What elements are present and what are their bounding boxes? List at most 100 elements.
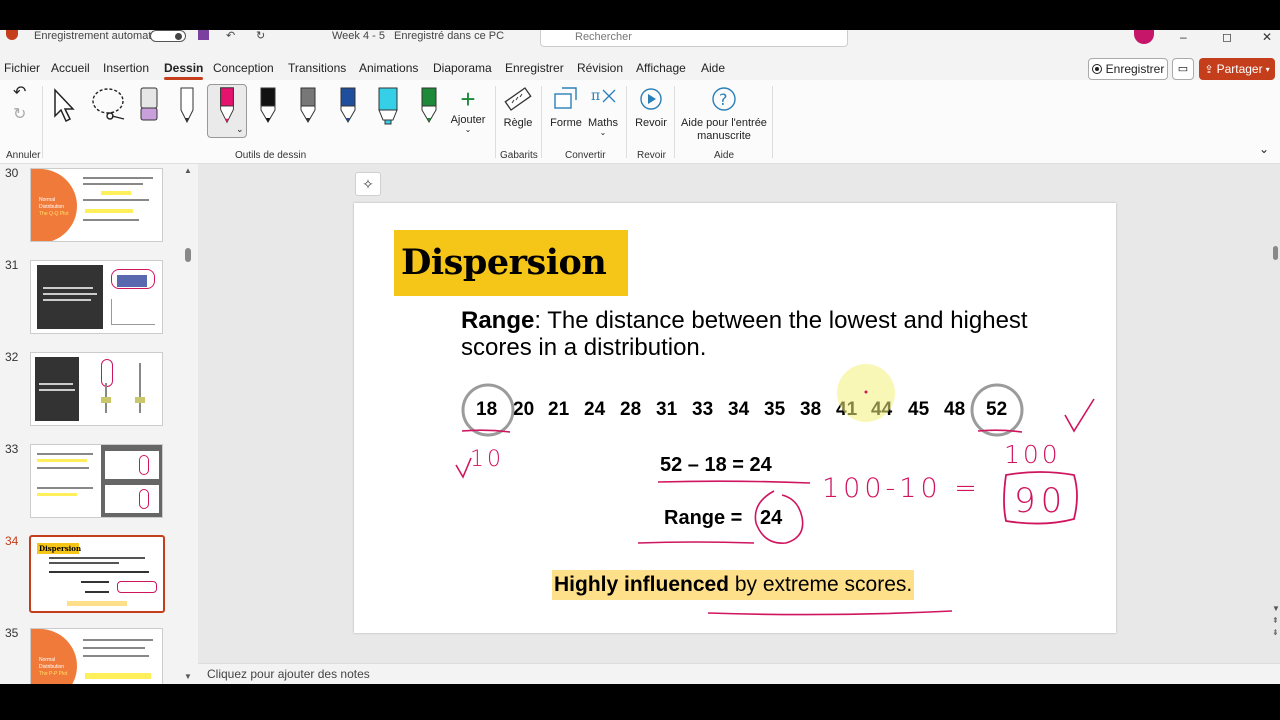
range-result-value[interactable]: 24 [760,507,782,530]
range-calculation[interactable]: 52 – 18 = 24 [660,454,772,477]
search-input[interactable]: Rechercher [540,30,848,47]
slide-thumbnail-31[interactable] [30,260,163,334]
chevron-down-icon: ▾ [1265,64,1270,74]
slide-title: Dispersion [401,242,607,283]
letterbox-bottom [0,684,1280,720]
pen-blue-icon[interactable] [335,86,361,126]
slide-number: 33 [5,442,19,456]
comment-icon[interactable]: ▭ [1172,58,1194,80]
range-definition[interactable]: Range: The distance between the lowest a… [461,307,1051,361]
slide-thumbnail-32[interactable] [30,352,163,426]
math-chevron-down-icon: ⌄ [599,128,607,137]
tab-enregistrer[interactable]: Enregistrer [505,61,564,75]
score-item: 21 [548,399,570,420]
ruler-icon [504,87,532,111]
tab-dessin[interactable]: Dessin [164,61,204,80]
help-question-icon: ? [712,87,736,111]
slide-thumbnail-35[interactable]: Normal Distribution The P-P Plot [30,628,163,684]
pen-green-icon[interactable] [416,86,442,126]
save-icon[interactable] [198,30,209,40]
redo-icon[interactable]: ↻ [256,30,265,52]
tab-transitions[interactable]: Transitions [288,61,346,75]
avatar[interactable] [1134,30,1154,44]
eraser-icon[interactable] [136,86,162,126]
score-item: 31 [656,399,678,420]
pen-black-icon[interactable] [255,86,281,126]
footer-highlight[interactable]: Highly influenced by extreme scores. [552,570,915,600]
tab-fichier[interactable]: Fichier [4,61,40,75]
group-label-drawing-tools: Outils de dessin [235,150,307,161]
slide-canvas[interactable]: Dispersion Range: The distance between t… [354,203,1116,633]
ink-check-high [1064,398,1095,433]
lasso-select-icon[interactable] [90,86,130,124]
replay-label: Revoir [635,117,667,129]
thumbnail-scrollbar[interactable]: ▲ ▼ [184,164,192,684]
record-icon [1091,64,1102,74]
tab-revision[interactable]: Révision [577,61,623,75]
add-chevron-down-icon: ⌄ [464,125,472,134]
tab-insertion[interactable]: Insertion [103,61,149,75]
add-plus-icon: + [460,84,476,114]
minimize-icon[interactable]: – [1180,30,1187,44]
select-arrow-icon[interactable] [52,88,78,124]
add-pen-button[interactable]: + Ajouter ⌄ [450,84,486,134]
slide-title-box[interactable]: Dispersion [394,230,628,296]
editor-scrollbar[interactable]: ▼ ⇞ ⇟ [1272,164,1280,663]
record-button[interactable]: Enregistrer [1088,58,1168,80]
group-label-help: Aide [714,150,735,161]
scroll-down-icon[interactable]: ▼ [1272,604,1280,613]
autosave-toggle[interactable] [150,30,186,42]
slide-thumbnail-30[interactable]: Normal Distribution The Q-Q Plot [30,168,163,242]
close-icon[interactable]: ✕ [1262,30,1272,44]
tab-animations[interactable]: Animations [359,61,418,75]
ink-help-label-2: manuscrite [697,130,751,142]
maximize-icon[interactable]: ◻ [1222,30,1232,44]
highlighter-cyan-icon[interactable] [375,86,401,126]
app-logo-icon [6,30,18,40]
range-definition-text: : The distance between the lowest and hi… [461,307,1028,361]
ink-to-shape-button[interactable]: Forme [548,86,584,130]
pencil-outline-icon[interactable] [174,86,200,126]
designer-sparkle-icon[interactable]: ✧ [355,172,381,196]
pen-pink-icon[interactable] [214,86,240,126]
save-status[interactable]: Enregistré dans ce PC [394,30,504,52]
ribbon-undo-icon[interactable]: ↶ [13,82,26,102]
next-slide-icon[interactable]: ⇟ [1272,628,1279,637]
ink-help-button[interactable]: ? Aide pour l'entrée manuscrite [680,86,768,143]
undo-icon[interactable]: ↶ [226,30,235,52]
scroll-down-icon[interactable]: ▼ [184,672,192,681]
ribbon-redo-icon[interactable]: ↻ [13,104,26,124]
group-label-stencils: Gabarits [500,150,538,161]
ink-handwriting-100: 100 [1004,440,1061,469]
tab-aide[interactable]: Aide [701,61,725,75]
share-button[interactable]: ⇪ Partager ▾ [1199,58,1275,80]
tab-conception[interactable]: Conception [213,61,274,75]
ribbon-collapse-chevron-icon[interactable]: ⌄ [1259,142,1269,156]
range-result-label[interactable]: Range = [664,507,742,530]
powerpoint-window: Enregistrement automatique ↶ ↻ Week 4 - … [0,0,1280,720]
scrollbar-thumb[interactable] [185,248,191,262]
ink-replay-button[interactable]: Revoir [632,86,670,130]
tab-diaporama[interactable]: Diaporama [433,61,492,75]
ink-box-90 [1003,471,1078,525]
tab-accueil[interactable]: Accueil [51,61,90,75]
score-item: 34 [728,399,750,420]
slide-thumbnail-33[interactable] [30,444,163,518]
ribbon-dessin: ↶ ↻ Annuler ⌄ + Ajouter ⌄ Outils de dess… [0,80,1280,164]
pen-gray-icon[interactable] [295,86,321,126]
thumb35-line2: Distribution [39,664,65,670]
ink-to-math-button[interactable]: π Maths ⌄ [586,86,620,137]
footer-rest-text: by extreme scores. [729,573,913,596]
pen-options-chevron-icon[interactable]: ⌄ [236,124,244,135]
notes-pane[interactable]: Cliquez pour ajouter des notes [198,663,1280,684]
tab-affichage[interactable]: Affichage [636,61,686,75]
slide-thumbnail-34[interactable]: Dispersion [29,535,165,613]
scroll-up-icon[interactable]: ▲ [184,166,192,175]
editor-scrollbar-thumb[interactable] [1273,246,1278,260]
prev-slide-icon[interactable]: ⇞ [1272,616,1279,625]
group-label-replay: Revoir [637,150,666,161]
notes-placeholder: Cliquez pour ajouter des notes [207,667,370,681]
group-label-undo: Annuler [6,150,41,161]
ruler-button[interactable]: Règle [500,86,536,130]
ink-handwriting-expression: 100-10 = [822,473,981,504]
